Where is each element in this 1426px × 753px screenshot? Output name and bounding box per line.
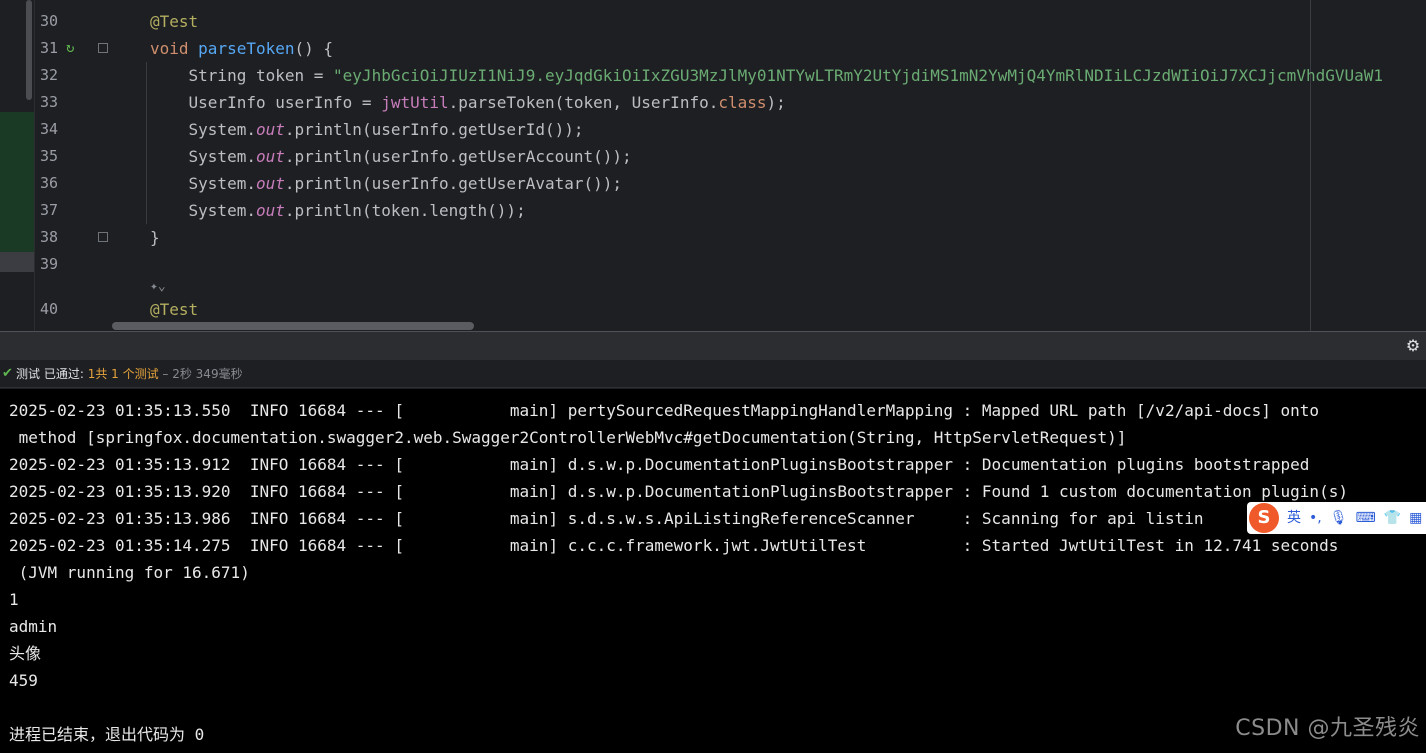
console-line: 459 (9, 671, 38, 690)
console-line: 进程已结束，退出代码为 0 (9, 725, 205, 744)
console-line: 2025-02-23 01:35:13.550 INFO 16684 --- [… (9, 401, 1320, 420)
test-duration: – 2秒 349毫秒 (158, 367, 243, 381)
code-line: System.out.println(userInfo.getUserAccou… (150, 143, 632, 170)
code-token: System. (150, 174, 256, 193)
code-line: @Test (150, 296, 198, 323)
code-token: class (718, 93, 767, 112)
run-panel-toolbar: ⚙ (0, 331, 1426, 360)
line-number: 40 (40, 300, 59, 318)
line-number: 36 (40, 174, 59, 192)
console-line: 1 (9, 590, 19, 609)
code-token: out (255, 120, 285, 139)
ime-toolbar[interactable]: S 英 •, 🎙 ⌨ 👕 ▦ (1247, 502, 1426, 534)
console-line: 2025-02-23 01:35:13.986 INFO 16684 --- [… (9, 509, 1204, 528)
toolbox-icon[interactable]: ▦ (1409, 502, 1422, 534)
check-icon: ✔ (2, 366, 13, 381)
code-token: out (255, 201, 285, 220)
line-number: 31 (40, 39, 59, 57)
code-token: "eyJhbGciOiJIUzI1NiJ9.eyJqdGkiOiIxZGU3Mz… (333, 66, 1384, 85)
code-token: .println(userInfo.getUserAvatar()); (284, 174, 623, 193)
code-token: @Test (150, 300, 199, 319)
code-token: System. (150, 201, 256, 220)
console-line: 2025-02-23 01:35:13.920 INFO 16684 --- [… (9, 482, 1348, 501)
code-token: out (255, 174, 285, 193)
line-number: 32 (40, 66, 59, 84)
console-line: admin (9, 617, 58, 636)
run-test-icon[interactable]: ↻ (66, 35, 74, 62)
code-token: @Test (150, 12, 199, 31)
microphone-icon[interactable]: 🎙 (1330, 502, 1348, 534)
status-label: 测试 已通过: (16, 367, 88, 381)
console-line: 2025-02-23 01:35:14.275 INFO 16684 --- [… (9, 536, 1339, 555)
line-number: 30 (40, 12, 59, 30)
code-line: void parseToken() { (150, 35, 333, 62)
line-number: 37 (40, 201, 59, 219)
fold-marker-icon[interactable] (98, 232, 108, 242)
line-gutter: 30 31 32 33 34 35 36 37 38 39 40 ↻ (35, 0, 115, 331)
code-token: void (150, 39, 199, 58)
console-line: 2025-02-23 01:35:13.912 INFO 16684 --- [… (9, 455, 1310, 474)
code-area[interactable]: @Test void parseToken() { String token = … (110, 0, 1426, 331)
code-token: out (255, 147, 285, 166)
gear-icon[interactable]: ⚙ (1404, 337, 1422, 355)
sogou-logo-icon[interactable]: S (1249, 503, 1279, 533)
code-token: .println(userInfo.getUserAccount()); (284, 147, 632, 166)
code-line: UserInfo userInfo = jwtUtil.parseToken(t… (150, 89, 786, 116)
current-line-marker (0, 252, 34, 272)
code-token: String token = (150, 66, 334, 85)
code-token: .println(userInfo.getUserId()); (284, 120, 584, 139)
code-token: .parseToken(token, UserInfo. (448, 93, 719, 112)
code-line: @Test (150, 8, 198, 35)
left-tool-strip (0, 0, 35, 331)
console-line: method [springfox.documentation.swagger2… (9, 428, 1127, 447)
code-token: System. (150, 120, 256, 139)
keyboard-icon[interactable]: ⌨ (1356, 502, 1376, 534)
code-token: } (150, 228, 160, 247)
line-number: 34 (40, 120, 59, 138)
console-output[interactable]: 2025-02-23 01:35:13.550 INFO 16684 --- [… (0, 389, 1426, 753)
code-line: } (150, 224, 160, 251)
horizontal-scrollbar[interactable] (112, 322, 474, 330)
code-token: jwtUtil (381, 93, 449, 112)
test-status-bar: ✔ 测试 已通过: 1共 1 个测试 – 2秒 349毫秒 (0, 360, 1426, 388)
code-token: parseToken (198, 39, 295, 58)
line-number: 35 (40, 147, 59, 165)
punctuation-icon[interactable]: •, (1309, 502, 1322, 534)
code-token: System. (150, 147, 256, 166)
watermark: CSDN @九圣残炎 (1235, 716, 1420, 741)
code-line: System.out.println(userInfo.getUserId())… (150, 116, 584, 143)
code-lens-icon[interactable]: ✦⌄ (150, 273, 166, 300)
code-editor[interactable]: 30 31 32 33 34 35 36 37 38 39 40 ↻ @Test void parseT… (0, 0, 1426, 331)
code-line: String token = "eyJhbGciOiJIUzI1NiJ9.eyJ… (150, 62, 1383, 89)
console-line: 头像 (9, 644, 42, 663)
skin-icon[interactable]: 👕 (1384, 502, 1401, 534)
fold-marker-icon[interactable] (98, 43, 108, 53)
left-scroll-thumb[interactable] (26, 0, 32, 100)
change-marker-band (0, 112, 34, 252)
line-number: 38 (40, 228, 59, 246)
test-status-text: 测试 已通过: 1共 1 个测试 – 2秒 349毫秒 (16, 360, 243, 388)
ime-language-toggle[interactable]: 英 (1287, 502, 1301, 534)
line-number: 39 (40, 255, 59, 273)
code-token: ); (766, 93, 786, 112)
code-token: () { (294, 39, 334, 58)
code-token: .println(token.length()); (284, 201, 526, 220)
line-number: 33 (40, 93, 59, 111)
total-count: 共 1 个测试 (95, 367, 159, 381)
code-line: System.out.println(token.length()); (150, 197, 526, 224)
code-line: System.out.println(userInfo.getUserAvata… (150, 170, 623, 197)
code-token: UserInfo userInfo = (150, 93, 382, 112)
console-line: (JVM running for 16.671) (9, 563, 250, 582)
